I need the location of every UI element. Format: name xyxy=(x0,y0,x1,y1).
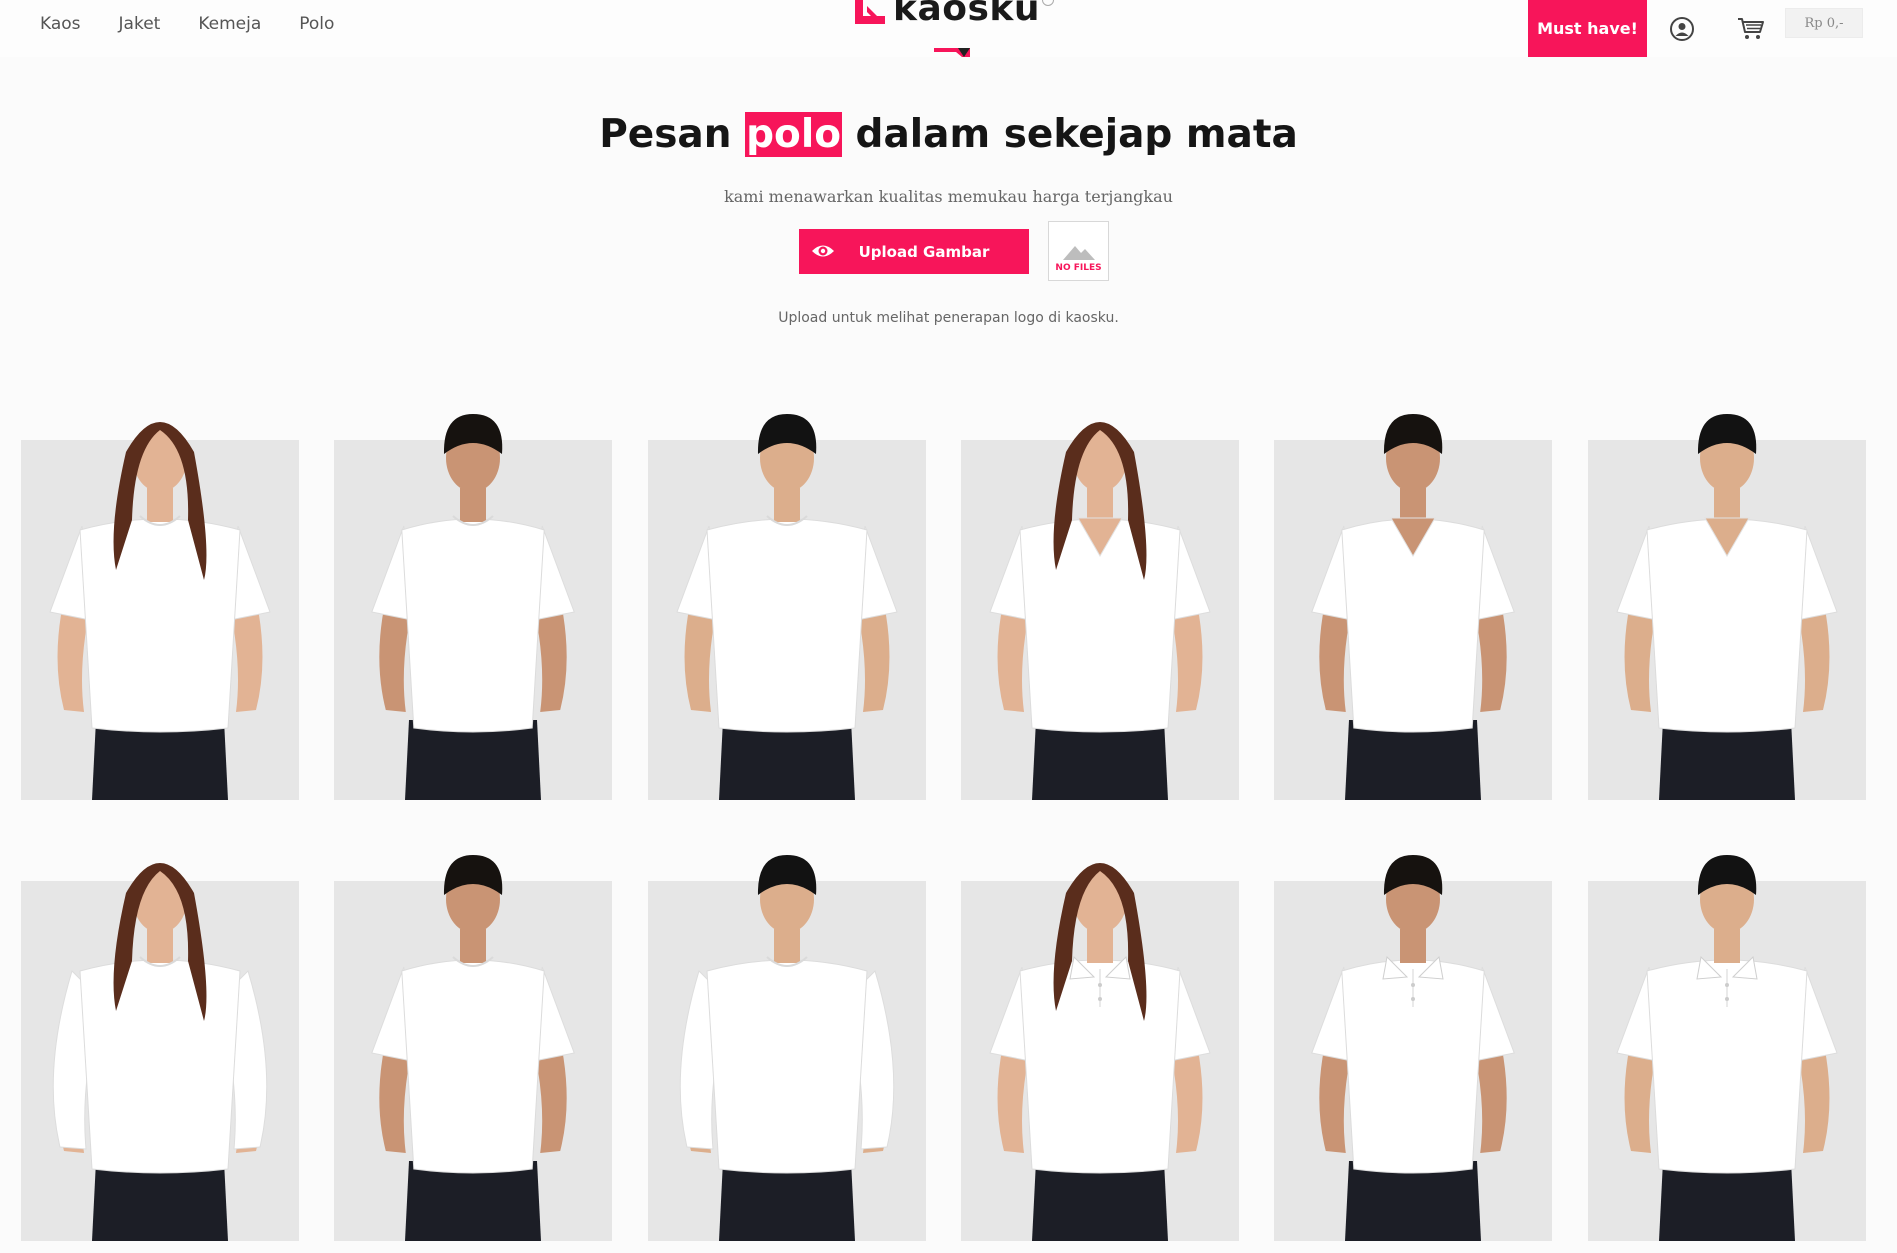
logo-text: kaosku xyxy=(893,0,1040,29)
product-model-image xyxy=(1311,855,1515,1241)
product-card[interactable] xyxy=(1588,855,1866,1241)
nav-link-jaket[interactable]: Jaket xyxy=(119,14,161,34)
no-files-label: NO FILES xyxy=(1055,263,1102,273)
product-model-image xyxy=(989,422,1211,800)
category-nav: Kaos Jaket Kemeja Polo xyxy=(40,14,334,34)
product-model-image xyxy=(1311,414,1515,800)
product-model-image xyxy=(676,414,898,800)
product-card[interactable] xyxy=(1274,414,1552,800)
product-card[interactable] xyxy=(21,422,299,800)
top-navbar: Kaos Jaket Kemeja Polo kaosku Must have! xyxy=(0,0,1897,57)
nav-link-polo[interactable]: Polo xyxy=(299,14,334,34)
nav-link-kaos[interactable]: Kaos xyxy=(40,14,81,34)
eye-icon xyxy=(812,245,834,257)
product-model-image xyxy=(989,863,1211,1241)
product-card[interactable] xyxy=(961,863,1239,1241)
product-model-image xyxy=(679,855,895,1241)
product-card[interactable] xyxy=(1588,414,1866,800)
product-model-image xyxy=(52,863,268,1241)
hero-note: Upload untuk melihat penerapan logo di k… xyxy=(778,310,1119,326)
product-model-image xyxy=(371,855,575,1241)
brand-logo[interactable]: kaosku xyxy=(853,0,1054,29)
logo-mark-icon xyxy=(855,0,885,24)
cart-icon xyxy=(1738,18,1764,39)
hero-title-after: dalam sekejap mata xyxy=(841,112,1298,157)
registered-mark-icon xyxy=(1041,0,1054,6)
product-card[interactable] xyxy=(648,414,926,800)
product-card[interactable] xyxy=(648,855,926,1241)
product-card[interactable] xyxy=(21,863,299,1241)
hero-title-before: Pesan xyxy=(599,112,746,157)
logo-tab-icon xyxy=(934,48,970,57)
cart-button[interactable] xyxy=(1734,12,1768,46)
upload-preview-thumbnail[interactable]: NO FILES xyxy=(1048,221,1109,281)
user-circle-icon xyxy=(1670,17,1694,41)
product-card[interactable] xyxy=(1274,855,1552,1241)
product-model-image xyxy=(1616,414,1838,800)
product-model-image xyxy=(49,422,271,800)
product-card[interactable] xyxy=(961,422,1239,800)
image-placeholder-icon xyxy=(1062,246,1095,260)
product-card[interactable] xyxy=(334,414,612,800)
product-model-image xyxy=(371,414,575,800)
must-have-button[interactable]: Must have! xyxy=(1528,0,1647,57)
nav-link-kemeja[interactable]: Kemeja xyxy=(198,14,261,34)
cart-total[interactable]: Rp 0,- xyxy=(1785,8,1863,38)
hero-title: Pesan polo dalam sekejap mata xyxy=(0,112,1897,157)
account-button[interactable] xyxy=(1665,12,1699,46)
product-model-image xyxy=(1616,855,1838,1241)
hero-subtitle: kami menawarkan kualitas memukau harga t… xyxy=(724,187,1173,206)
product-card[interactable] xyxy=(334,855,612,1241)
upload-image-button[interactable]: Upload Gambar xyxy=(799,229,1029,274)
hero-title-highlight: polo xyxy=(745,112,842,157)
